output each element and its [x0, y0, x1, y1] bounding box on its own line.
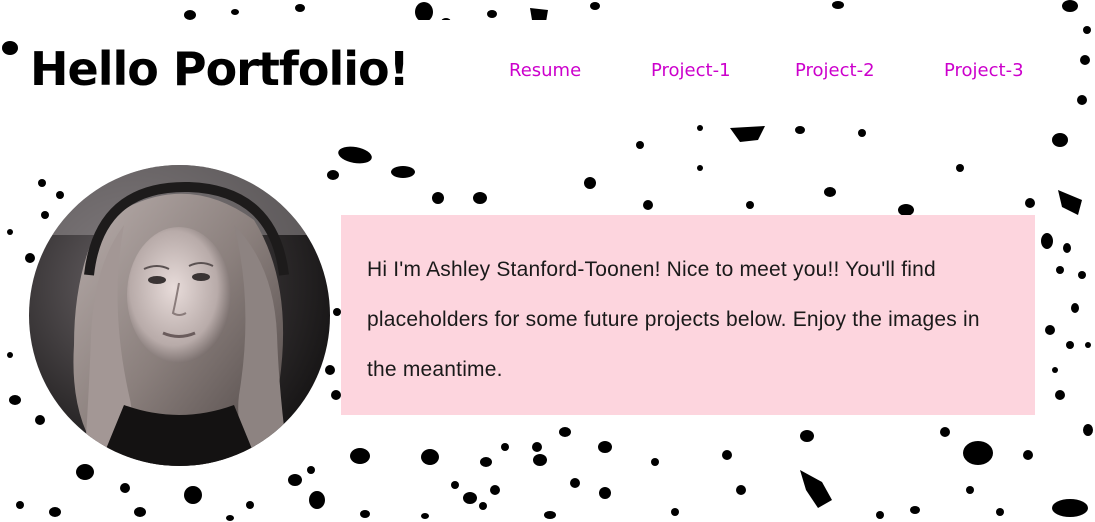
site-header: Hello Portfolio! Resume Project-1 Projec… [22, 20, 1068, 124]
nav-link-project-2[interactable]: Project-2 [795, 60, 875, 81]
nav-link-resume[interactable]: Resume [509, 60, 581, 81]
nav-link-project-3[interactable]: Project-3 [944, 60, 1024, 81]
profile-photo [29, 165, 330, 466]
profile-avatar [29, 165, 330, 466]
portfolio-page: Hello Portfolio! Resume Project-1 Projec… [0, 0, 1095, 522]
bio-text: Hi I'm Ashley Stanford-Toonen! Nice to m… [367, 258, 980, 381]
nav-link-project-1[interactable]: Project-1 [651, 60, 731, 81]
bio-card: Hi I'm Ashley Stanford-Toonen! Nice to m… [341, 215, 1035, 415]
main-nav: Resume Project-1 Project-2 Project-3 [22, 60, 1068, 84]
